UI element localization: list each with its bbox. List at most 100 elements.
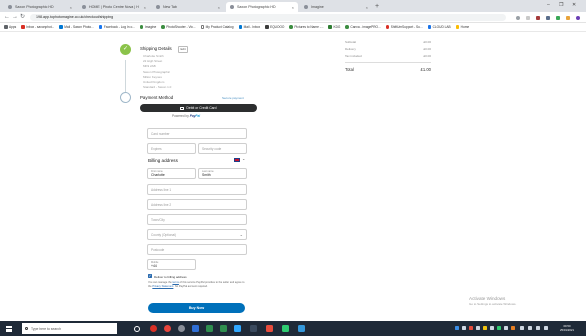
close-icon[interactable]: × <box>141 5 146 10</box>
site-icon <box>265 25 269 29</box>
address-line2-input[interactable]: Address line 2 <box>147 199 247 210</box>
bookmark-item[interactable]: CLOUD LAB <box>427 25 451 29</box>
deliver-billing-checkbox[interactable]: ✓ <box>148 274 152 278</box>
keyboard-icon[interactable] <box>544 326 548 330</box>
tray-icon[interactable] <box>476 326 480 330</box>
security-code-input[interactable]: Security code <box>198 143 247 154</box>
volume-icon[interactable] <box>536 326 540 330</box>
bookmark-item[interactable]: Canva - imagePRO... <box>345 25 381 29</box>
word-icon[interactable] <box>192 324 199 332</box>
debit-credit-card-button[interactable]: Debit or Credit Card <box>140 104 257 112</box>
privacy-statement-link[interactable]: Privacy Statement <box>152 285 173 288</box>
tray-icon[interactable] <box>504 326 508 330</box>
site-icon <box>427 25 432 29</box>
folder-icon <box>455 25 460 29</box>
extension-icon[interactable] <box>556 15 560 20</box>
bookmark-item[interactable]: PhotoShooter - Vic... <box>161 25 196 29</box>
summary-row: Subtotal £0.00 <box>345 40 431 44</box>
tray-icon[interactable] <box>462 326 466 330</box>
bookmark-item[interactable]: EQUOOO <box>265 25 284 29</box>
extension-icon[interactable] <box>566 15 570 20</box>
browser-tab[interactable]: HOME | Photo Centre Nova | H × <box>78 2 150 12</box>
bookmark-item[interactable]: Imagine <box>139 25 156 29</box>
address-line1-input[interactable]: Address line 1 <box>147 184 247 195</box>
reload-icon[interactable]: ↻ <box>20 13 25 22</box>
bookmark-item[interactable]: Inbox - saxonphot... <box>21 25 54 29</box>
bookmark-item[interactable]: Home <box>455 25 469 29</box>
chrome-icon[interactable] <box>164 324 171 332</box>
county-select[interactable]: County (Optional) ⌄ <box>147 229 247 240</box>
windows-taskbar: Type here to search 09:50 25/01/2021 <box>0 321 586 336</box>
chevron-down-icon: ⌄ <box>239 232 243 237</box>
search-icon[interactable] <box>516 15 520 20</box>
app-icon[interactable] <box>298 324 305 332</box>
first-name-field[interactable]: First name Charlotte <box>147 168 196 179</box>
bookmark-item[interactable]: KDG <box>328 25 340 29</box>
secure-payment-link[interactable]: Secure payment <box>222 96 244 100</box>
tray-icon[interactable] <box>511 326 515 330</box>
tray-icon[interactable] <box>469 326 473 330</box>
bookmark-item[interactable]: Mail - Saxon Photo... <box>59 25 94 29</box>
extension-icon[interactable] <box>546 15 550 20</box>
taskbar-search[interactable]: Type here to search <box>22 323 117 334</box>
bookmark-item[interactable]: Pictures to Name -... <box>289 25 323 29</box>
app-icon[interactable] <box>282 324 289 332</box>
taskbar-clock[interactable]: 09:50 25/01/2021 <box>560 324 574 333</box>
close-icon[interactable]: × <box>289 5 294 10</box>
app-icon[interactable] <box>266 324 273 332</box>
page-content <box>0 33 586 321</box>
tab-favicon-icon <box>8 5 12 9</box>
tray-icon[interactable] <box>490 326 494 330</box>
terms-link[interactable]: terms <box>172 281 178 284</box>
excel-icon[interactable] <box>206 324 213 332</box>
tray-icon[interactable] <box>455 326 459 330</box>
globe-icon <box>161 25 165 29</box>
buy-now-button[interactable]: Buy Now <box>148 303 245 313</box>
uk-flag-icon[interactable] <box>234 158 240 162</box>
bookmark-item[interactable]: ShiftUmSupport - Su... <box>385 25 423 29</box>
close-window-button[interactable]: ✕ <box>572 2 576 8</box>
cortana-icon[interactable] <box>134 325 140 332</box>
star-icon[interactable] <box>526 15 530 20</box>
photoshop-icon[interactable] <box>234 324 241 332</box>
chevron-down-icon[interactable]: ⌄ <box>242 156 245 161</box>
expires-input[interactable]: Expires <box>147 143 196 154</box>
app-icon[interactable] <box>250 324 257 332</box>
check-icon: ✓ <box>120 44 131 55</box>
close-icon[interactable]: × <box>363 5 368 10</box>
tray-icon[interactable] <box>497 326 501 330</box>
tab-label: Saxon Photographic HD <box>237 5 276 9</box>
tab-favicon-icon <box>304 5 308 9</box>
facebook-icon <box>98 25 103 29</box>
profile-avatar-icon[interactable] <box>576 15 580 20</box>
last-name-field[interactable]: Last name Smith <box>198 168 247 179</box>
back-icon[interactable]: ← <box>4 13 10 22</box>
app-icon[interactable] <box>178 324 185 332</box>
windows-start-icon[interactable] <box>6 325 12 332</box>
extension-icon[interactable] <box>536 15 540 20</box>
bookmark-item[interactable]: Apps <box>4 25 16 29</box>
bookmark-item[interactable]: My Product Catalog <box>200 25 234 29</box>
town-city-input[interactable]: Town/City <box>147 214 247 225</box>
restore-button[interactable]: ❐ <box>559 2 563 8</box>
close-icon[interactable]: × <box>215 5 220 10</box>
minimize-button[interactable]: – <box>547 2 550 8</box>
browser-tab[interactable]: Imagine × <box>300 2 372 12</box>
new-tab-button[interactable]: + <box>375 2 379 11</box>
bookmark-item[interactable]: Mail - Inbox <box>238 25 260 29</box>
chevron-up-icon[interactable] <box>520 326 524 330</box>
browser-tab[interactable]: New Tab × <box>152 2 224 12</box>
app-icon[interactable] <box>220 324 227 332</box>
close-icon[interactable]: × <box>67 5 72 10</box>
network-icon[interactable] <box>528 326 532 330</box>
chrome-icon[interactable] <box>150 324 157 332</box>
tray-icon[interactable] <box>483 326 487 330</box>
card-number-input[interactable]: Card number <box>147 128 247 139</box>
phone-field[interactable]: Mobile +44 <box>147 259 196 270</box>
browser-tab-active[interactable]: Saxon Photographic HD × <box>226 2 298 12</box>
postcode-input[interactable]: Postcode <box>147 244 247 255</box>
browser-tab[interactable]: Saxon Photographic HD × <box>4 2 76 12</box>
edit-shipping-button[interactable]: Edit <box>178 45 189 53</box>
forward-icon[interactable]: → <box>12 13 18 22</box>
bookmark-item[interactable]: Facebook - Log In o... <box>98 25 135 29</box>
